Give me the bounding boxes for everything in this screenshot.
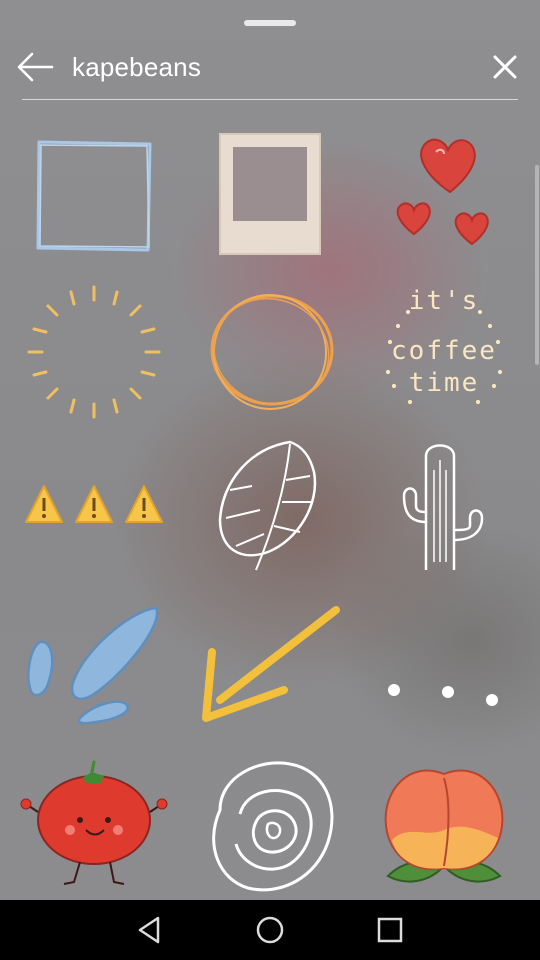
close-icon (493, 55, 517, 79)
sticker-rose-outline[interactable] (190, 750, 350, 910)
search-input[interactable]: kapebeans (72, 52, 201, 83)
sticker-sunburst[interactable] (14, 272, 174, 432)
sticker-orange-circle[interactable] (190, 272, 350, 432)
system-navigation-bar (0, 900, 540, 960)
search-divider (22, 99, 518, 100)
nav-recents-button[interactable] (372, 912, 408, 948)
sticker-yellow-arrow[interactable] (190, 594, 350, 754)
coffee-text-line3: time (408, 368, 480, 398)
sticker-monstera-leaf[interactable] (190, 430, 350, 590)
back-button[interactable] (14, 46, 56, 88)
drag-handle[interactable] (244, 20, 296, 26)
sticker-grid: it's coffee time (0, 112, 540, 900)
sticker-blue-frame[interactable] (14, 120, 174, 280)
clear-search-button[interactable] (486, 48, 524, 86)
coffee-text-line1: it's (408, 286, 480, 316)
coffee-text-line2: coffee (391, 336, 497, 366)
sticker-hearts[interactable] (370, 120, 530, 280)
nav-home-button[interactable] (252, 912, 288, 948)
circle-home-icon (256, 916, 284, 944)
arrow-left-icon (17, 52, 54, 82)
search-bar: kapebeans (0, 40, 540, 94)
triangle-back-icon (138, 916, 160, 944)
sticker-cactus[interactable] (364, 430, 524, 590)
sticker-water-drops[interactable] (14, 594, 174, 754)
sticker-polaroid-frame[interactable] (190, 120, 350, 280)
sticker-coffee-time[interactable]: it's coffee time (364, 272, 524, 432)
square-recents-icon (377, 917, 403, 943)
sticker-three-dots[interactable] (370, 594, 530, 754)
sticker-peach[interactable] (364, 750, 524, 910)
nav-back-button[interactable] (132, 912, 168, 948)
sticker-tomato-character[interactable] (14, 750, 174, 910)
sticker-warning-signs[interactable] (14, 430, 174, 590)
